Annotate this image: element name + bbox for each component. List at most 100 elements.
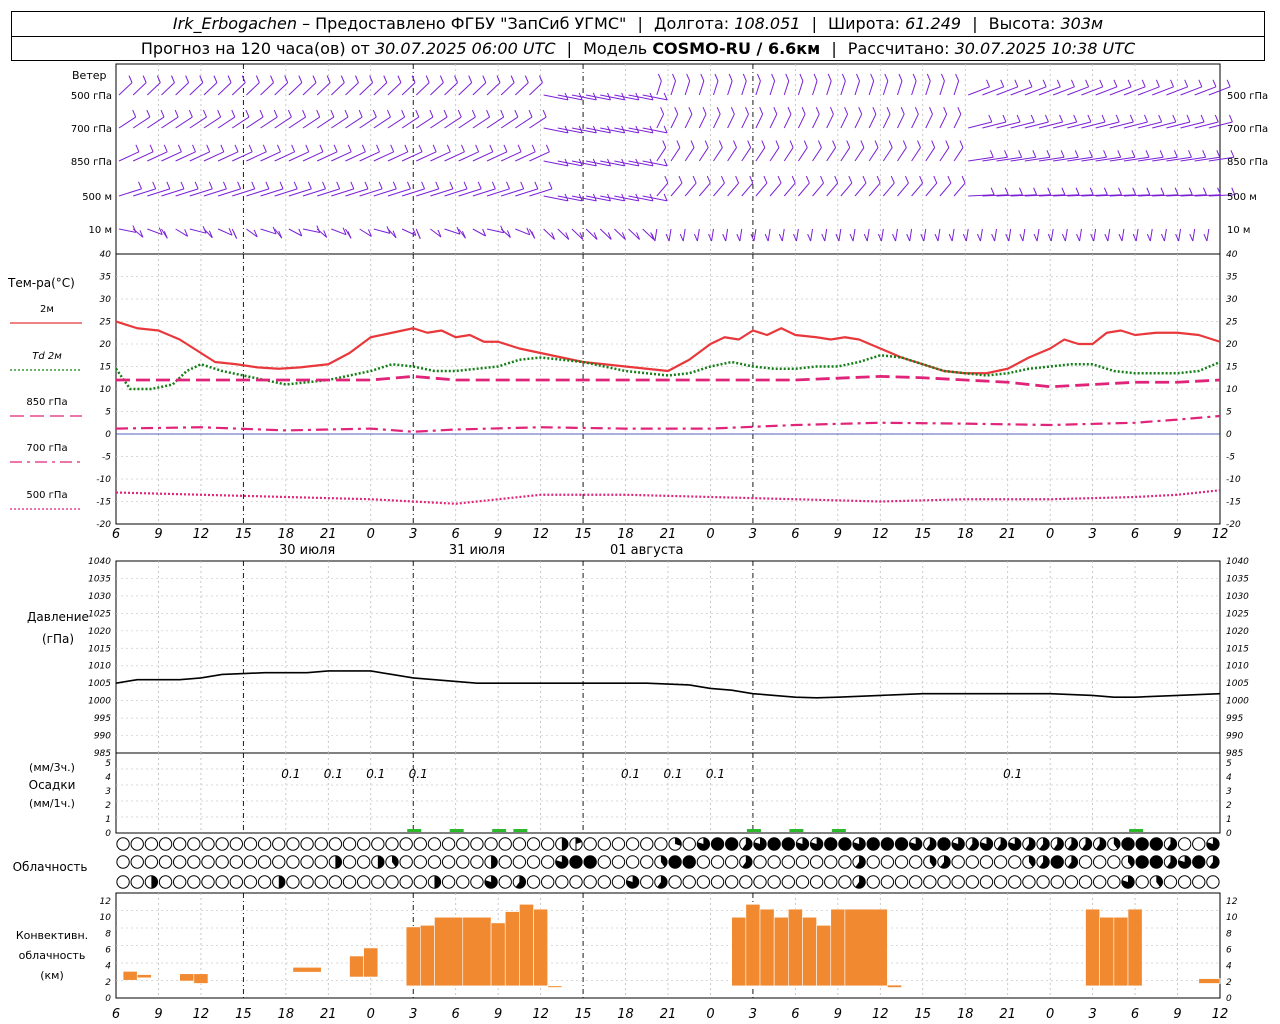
cloud-symbol xyxy=(540,875,555,889)
wind-barb xyxy=(1163,228,1167,242)
cloud-symbol xyxy=(215,855,229,869)
wind-barb xyxy=(316,82,331,96)
wind-barb-flag xyxy=(138,181,142,190)
wind-barb-flag xyxy=(1188,150,1192,158)
cloud-symbol xyxy=(908,875,923,889)
wind-barb-flag xyxy=(773,106,778,115)
wind-barb-flag xyxy=(1127,79,1132,87)
wind-barb-flag xyxy=(206,144,211,153)
wind-barb-flag xyxy=(336,181,341,190)
convective-bar xyxy=(292,967,322,973)
wind-barb-flag xyxy=(848,175,853,184)
cloud-fill xyxy=(1135,855,1149,869)
wind-barb xyxy=(854,147,865,162)
conv-ytick-right: 4 xyxy=(1226,962,1232,972)
wind-barb xyxy=(670,113,679,129)
wind-barb xyxy=(571,127,597,134)
wind-barb-flag xyxy=(1141,79,1146,87)
hour-tick-top: 6 xyxy=(112,527,120,542)
conv-ytick-left: 8 xyxy=(105,929,111,939)
cloud-symbol xyxy=(710,855,725,869)
wind-barb xyxy=(798,182,810,197)
convective-bar xyxy=(504,911,520,987)
wind-barb-flag xyxy=(432,144,437,153)
wind-barb xyxy=(727,147,737,162)
hour-tick-top: 6 xyxy=(791,527,799,542)
wind-barb-flag xyxy=(152,181,157,190)
wind-barb-flag xyxy=(149,144,154,153)
wind-barb-flag xyxy=(722,233,727,242)
wind-barb-flag xyxy=(827,73,832,82)
wind-barb xyxy=(783,80,790,96)
wind-barb xyxy=(642,160,668,167)
pressure-title: Давление xyxy=(27,610,89,624)
cloud-symbol xyxy=(809,875,824,889)
wind-barb-flag xyxy=(733,140,737,148)
pressure-ytick-right: 995 xyxy=(1226,714,1243,724)
wind-barb xyxy=(415,116,434,129)
wind-barb-flag xyxy=(665,233,670,242)
wind-barb xyxy=(713,182,725,197)
cloud-symbol xyxy=(993,875,1008,889)
cloud-symbol xyxy=(696,875,711,889)
wind-barb xyxy=(840,182,853,197)
wind-barb-flag xyxy=(718,140,723,148)
wind-level-label-right: 500 м xyxy=(1227,192,1257,203)
convective-bar xyxy=(405,926,421,987)
wind-barb xyxy=(826,182,839,197)
wind-barb-flag xyxy=(171,75,175,83)
cloud-fill xyxy=(278,875,285,889)
cloud-symbol xyxy=(540,837,555,851)
wind-barb-flag xyxy=(756,73,761,82)
cloud-symbol xyxy=(654,837,668,851)
wind-barb-flag xyxy=(222,181,227,190)
wind-barb xyxy=(670,182,683,197)
wind-barb xyxy=(444,82,458,96)
cloud-symbol xyxy=(710,875,725,889)
cloud-symbol xyxy=(682,837,696,851)
wind-barb-flag xyxy=(817,140,822,148)
hour-tick-top: 9 xyxy=(154,527,162,542)
wind-barb xyxy=(684,80,691,96)
cloud-symbol xyxy=(257,875,272,889)
wind-barb xyxy=(600,195,625,202)
wind-barb-flag xyxy=(663,125,668,134)
wind-barb xyxy=(458,82,473,96)
wind-barb-flag xyxy=(457,109,462,118)
wind-barb-flag xyxy=(188,109,193,118)
hour-tick-top: 0 xyxy=(706,527,714,542)
wind-barb xyxy=(911,182,923,197)
convective-bar xyxy=(547,985,563,988)
wind-barb xyxy=(1123,121,1148,129)
wind-barb xyxy=(1008,228,1012,242)
wind-barb-flag xyxy=(884,73,889,82)
wind-barb xyxy=(725,228,729,242)
wind-barb-flag xyxy=(892,233,897,242)
wind-barb xyxy=(953,113,962,129)
wind-barb-flag xyxy=(888,140,893,148)
wind-barb-flag xyxy=(340,75,345,83)
wind-barb-flag xyxy=(1101,114,1106,123)
wind-barb-flag xyxy=(1005,233,1010,242)
hour-tick-bottom: 21 xyxy=(660,1007,677,1022)
cloud-symbol xyxy=(441,837,456,851)
wind-barb xyxy=(1206,228,1210,242)
wind-barb-flag xyxy=(548,181,553,190)
wind-barb-flag xyxy=(227,75,232,83)
cloud-symbol xyxy=(328,875,343,889)
wind-barb-flag xyxy=(376,144,380,153)
pressure-ytick-right: 990 xyxy=(1226,732,1243,742)
wind-barb-flag xyxy=(486,109,491,118)
cloud-symbol xyxy=(611,855,626,869)
wind-barb xyxy=(713,147,723,162)
wind-barb xyxy=(840,80,846,96)
cloud-symbol xyxy=(215,875,229,889)
cloud-symbol xyxy=(441,875,456,889)
wind-barb xyxy=(755,113,764,129)
wind-barb xyxy=(543,94,569,101)
cloud-symbol xyxy=(753,855,767,869)
wind-barb-flag xyxy=(160,109,165,118)
wind-barb xyxy=(543,127,569,134)
cloud-fill xyxy=(725,837,738,851)
wind-barb-flag xyxy=(520,181,525,190)
